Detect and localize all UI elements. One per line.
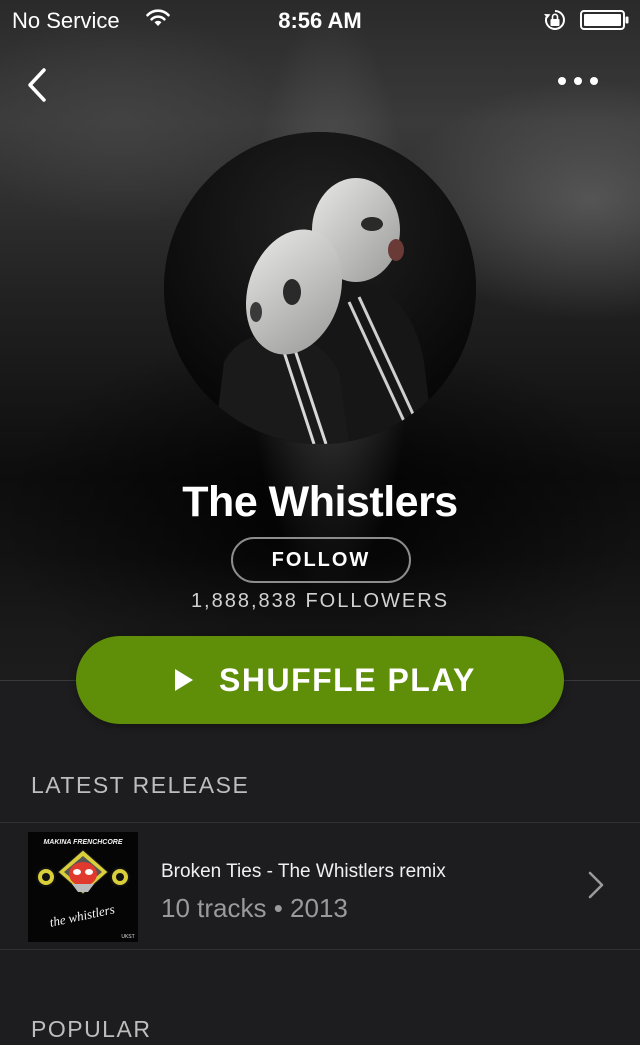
- popular-heading: POPULAR: [31, 1016, 152, 1042]
- cover-badge-text: UKST: [121, 934, 134, 940]
- more-options-button[interactable]: [552, 64, 604, 98]
- release-meta: 10 tracks • 2013: [161, 893, 348, 923]
- battery-icon: [580, 10, 629, 30]
- follow-button[interactable]: FOLLOW: [231, 537, 411, 583]
- chevron-right-icon: [588, 871, 604, 899]
- follower-count: 1,888,838 FOLLOWERS: [190, 590, 450, 612]
- chevron-left-icon: [28, 68, 46, 102]
- artist-screen: No Service 8:56 AM The Whistlers FOLLOW …: [0, 0, 640, 1045]
- latest-release-row[interactable]: MAKINA FRENCHCORE the whistlers UKST Bro…: [0, 823, 640, 949]
- artist-name: The Whistlers: [182, 478, 458, 526]
- cover-top-text: MAKINA FRENCHCORE: [43, 839, 122, 846]
- play-icon: [175, 669, 193, 691]
- artist-image: [164, 132, 476, 444]
- release-title: Broken Ties - The Whistlers remix: [161, 861, 446, 882]
- shuffle-play-label: SHUFFLE PLAY: [219, 662, 476, 698]
- latest-release-heading: LATEST RELEASE: [31, 772, 250, 798]
- release-cover-art: MAKINA FRENCHCORE the whistlers UKST: [28, 832, 138, 942]
- status-bar: No Service 8:56 AM: [0, 0, 640, 40]
- orientation-lock-icon: [544, 10, 565, 30]
- back-button[interactable]: [20, 62, 56, 108]
- row-divider: [0, 949, 640, 950]
- more-dots-icon: [558, 77, 598, 85]
